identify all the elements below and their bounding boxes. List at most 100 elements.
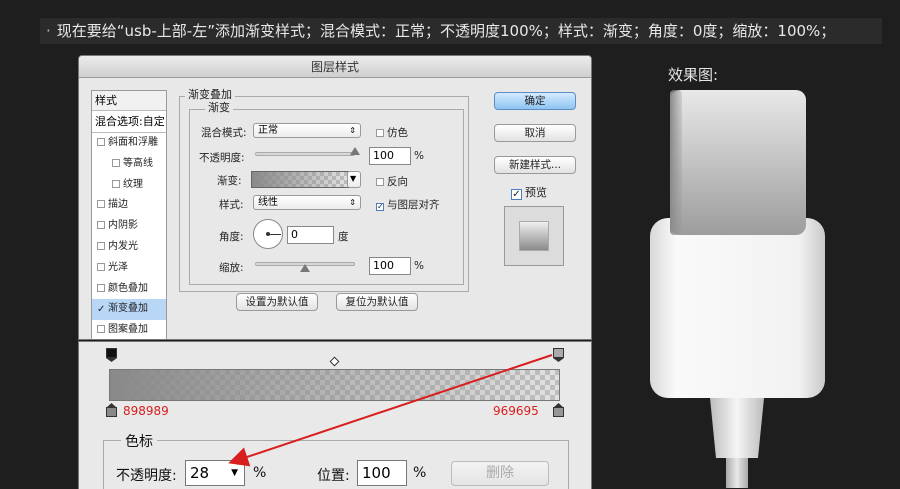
bullet: · xyxy=(46,22,51,40)
stop-pointer-icon xyxy=(553,358,564,362)
color-stop-left[interactable] xyxy=(106,403,117,417)
updown-icon: ⇕ xyxy=(349,198,356,207)
sidebar-item[interactable]: 图案叠加 xyxy=(92,320,166,339)
checkmark-icon[interactable]: ✓ xyxy=(97,305,105,315)
instruction-text: 现在要给“usb-上部-左”添加渐变样式；混合模式：正常；不透明度100%；样式… xyxy=(56,22,836,40)
checkbox-icon[interactable] xyxy=(112,179,120,188)
location-unit: % xyxy=(413,465,427,481)
instruction-banner: · 现在要给“usb-上部-左”添加渐变样式；混合模式：正常；不透明度100%；样… xyxy=(40,18,882,44)
sidebar-item-label: 渐变叠加 xyxy=(108,303,148,315)
opacity-input[interactable]: 100 xyxy=(369,147,411,165)
preview-label: 预览 xyxy=(525,186,547,199)
checkbox-icon[interactable] xyxy=(97,200,105,209)
checkbox-icon[interactable] xyxy=(97,325,105,334)
sidebar-item[interactable]: 斜面和浮雕 xyxy=(92,133,166,154)
checkmark-icon: ✓ xyxy=(511,189,522,200)
gradient-label: 渐变: xyxy=(217,175,242,187)
checkbox-icon[interactable] xyxy=(97,138,105,146)
opacity-slider[interactable] xyxy=(255,152,355,156)
sidebar-item-label: 等高线 xyxy=(123,157,153,169)
stop-pointer-icon xyxy=(106,358,117,362)
gradient-editor: 898989 969695 色标 不透明度: 28 ▼ % 位置: 100 % … xyxy=(78,341,592,489)
reverse-label: 反向 xyxy=(387,176,408,188)
style-value: 线性 xyxy=(258,197,278,208)
checkmark-icon: ✓ xyxy=(376,202,384,211)
blend-mode-value: 正常 xyxy=(258,125,278,136)
right-color-hex: 969695 xyxy=(493,404,539,418)
opacity-stop-left[interactable] xyxy=(106,348,117,362)
gradient-subgroup-title: 渐变 xyxy=(205,99,233,115)
plug-body xyxy=(650,218,825,398)
dialog-title: 图层样式 xyxy=(79,56,591,78)
sidebar-item-label: 内发光 xyxy=(108,240,138,252)
angle-label: 角度: xyxy=(219,231,244,243)
align-label: 与图层对齐 xyxy=(387,199,440,211)
chevron-down-icon: ▼ xyxy=(231,468,238,478)
stop-opacity-value: 28 xyxy=(190,464,210,482)
sidebar-item[interactable]: 等高线 xyxy=(92,154,166,175)
usb-top-left-edge xyxy=(670,90,682,235)
sidebar-item[interactable]: 描边 xyxy=(92,195,166,216)
layer-style-dialog: 图层样式 样式 混合选项:自定 斜面和浮雕 等高线 纹理 描边 内阴影 内发光 光泽 颜色叠加… xyxy=(78,55,592,340)
new-style-button[interactable]: 新建样式... xyxy=(494,156,576,174)
angle-unit: 度 xyxy=(338,231,349,243)
set-default-button[interactable]: 设置为默认值 xyxy=(236,293,318,311)
ok-button[interactable]: 确定 xyxy=(494,92,576,110)
reverse-checkbox[interactable]: 反向 xyxy=(376,174,408,189)
style-label: 样式: xyxy=(219,199,244,211)
preview-checkbox[interactable]: ✓ 预览 xyxy=(511,184,547,200)
chevron-down-icon: ▼ xyxy=(350,174,357,183)
opacity-slider-thumb[interactable] xyxy=(350,147,360,155)
preview-swatch xyxy=(519,221,549,251)
dither-checkbox[interactable]: 仿色 xyxy=(376,125,408,140)
sidebar-item[interactable]: 内发光 xyxy=(92,237,166,258)
location-input[interactable]: 100 xyxy=(357,460,407,486)
stop-opacity-input[interactable]: 28 ▼ xyxy=(185,460,245,486)
sidebar-item[interactable]: 内阴影 xyxy=(92,216,166,237)
plug-neck xyxy=(710,398,764,458)
sidebar-item-label: 斜面和浮雕 xyxy=(108,137,158,148)
align-with-layer-checkbox[interactable]: ✓ 与图层对齐 xyxy=(376,197,440,212)
opacity-midpoint[interactable] xyxy=(329,356,340,367)
style-select[interactable]: 线性 ⇕ xyxy=(253,195,361,210)
blend-mode-label: 混合模式: xyxy=(201,127,247,139)
sidebar-item[interactable]: ✓ 渐变叠加 xyxy=(92,299,166,321)
sidebar-item[interactable]: 光泽 xyxy=(92,258,166,279)
sidebar-blend-options[interactable]: 混合选项:自定 xyxy=(92,111,166,133)
scale-label: 缩放: xyxy=(219,262,244,274)
location-label: 位置: xyxy=(317,468,350,484)
scale-input[interactable]: 100 xyxy=(369,257,411,275)
angle-input[interactable]: 0 xyxy=(287,226,334,244)
effect-title: 效果图: xyxy=(668,66,719,84)
checkbox-icon[interactable] xyxy=(112,158,120,167)
stops-title: 色标 xyxy=(121,431,157,451)
checkbox-icon[interactable] xyxy=(97,221,105,230)
usb-cable-illustration xyxy=(650,90,825,488)
opacity-unit: % xyxy=(414,150,424,162)
checkbox-icon[interactable] xyxy=(97,283,105,292)
gradient-swatch[interactable] xyxy=(251,171,349,188)
color-stop-right-swatch xyxy=(553,407,564,417)
sidebar-item[interactable]: 颜色叠加 xyxy=(92,279,166,300)
sidebar-item[interactable]: 纹理 xyxy=(92,175,166,196)
angle-dial[interactable] xyxy=(253,219,283,249)
scale-unit: % xyxy=(414,260,424,272)
delete-button[interactable]: 删除 xyxy=(451,461,549,486)
blend-mode-select[interactable]: 正常 ⇕ xyxy=(253,123,361,138)
scale-slider-thumb[interactable] xyxy=(300,264,310,272)
usb-metal-top xyxy=(670,90,806,235)
opacity-stop-right[interactable] xyxy=(553,348,564,362)
color-stop-right[interactable] xyxy=(553,403,564,417)
checkbox-icon[interactable] xyxy=(97,262,105,271)
sidebar-item-label: 颜色叠加 xyxy=(108,282,148,294)
gradient-picker-button[interactable]: ▼ xyxy=(347,171,361,188)
stop-opacity-unit: % xyxy=(253,465,267,481)
sidebar-item-label: 纹理 xyxy=(123,178,143,190)
reset-default-button[interactable]: 复位为默认值 xyxy=(336,293,418,311)
opacity-label: 不透明度: xyxy=(199,152,245,164)
sidebar-item-label: 描边 xyxy=(108,199,128,211)
gradient-bar[interactable] xyxy=(109,369,560,401)
cancel-button[interactable]: 取消 xyxy=(494,124,576,142)
checkbox-icon[interactable] xyxy=(97,241,105,250)
color-stop-left-swatch xyxy=(106,407,117,417)
